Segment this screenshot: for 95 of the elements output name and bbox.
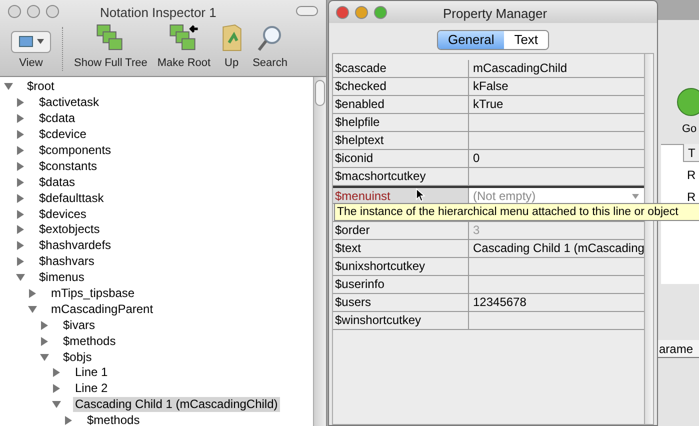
dropdown-arrow-icon [632,194,640,199]
tree-item[interactable]: $components [37,143,114,158]
dropdown-field[interactable]: (Not empty) [469,188,644,203]
window-control-icon[interactable] [27,4,40,18]
table-cell-text: R [687,167,696,184]
property-name[interactable]: $macshortcutkey [333,168,469,185]
toolbar-button[interactable]: Show Full Tree [69,23,152,71]
collapsed-triangle-icon[interactable] [16,98,25,108]
property-value[interactable]: mCascadingChild [469,60,644,77]
tree-item[interactable]: mCascadingParent [49,302,156,317]
tab[interactable]: Text [504,31,548,49]
scrollbar[interactable] [313,77,326,426]
collapsed-triangle-icon[interactable] [16,178,25,187]
window-title: Notation Inspector 1 [100,4,216,22]
tree-item[interactable]: $methods [85,413,142,426]
tree-item[interactable]: $datas [37,174,78,190]
tree-item[interactable]: mTips_tipsbase [49,286,137,302]
collapsed-triangle-icon[interactable] [28,289,37,298]
property-name[interactable]: $order [333,222,469,239]
tree-item[interactable]: $cdata [37,111,78,126]
property-name[interactable]: $menuinst [333,188,469,203]
property-name[interactable]: $helpfile [333,114,469,131]
collapsed-triangle-icon[interactable] [16,146,25,155]
tab-label[interactable]: arame [657,340,699,358]
view-menu-icon [11,30,51,52]
tree-item[interactable]: $objs [61,350,94,365]
collapsed-triangle-icon[interactable] [52,368,61,378]
window-control-icon[interactable] [8,4,21,18]
toolbar-button[interactable]: View [6,23,56,71]
property-value[interactable]: 12345678 [469,294,644,311]
tree-item[interactable]: $hashvars [37,254,96,270]
toolbar-button[interactable]: Search [248,23,292,71]
search-icon [257,24,283,52]
collapsed-triangle-icon[interactable] [16,114,25,124]
property-value[interactable]: kTrue [469,96,644,113]
tree-item[interactable]: $hashvardefs [37,238,114,254]
column-header: T [683,144,699,162]
property-name[interactable]: $users [333,294,469,311]
tree-item[interactable]: $constants [37,158,100,174]
window-control-icon[interactable] [46,4,59,18]
tree-item[interactable]: $extobjects [37,222,102,238]
tooltip: The instance of the hierarchical menu attached to this line or object [334,203,699,221]
folder-icon [220,23,243,52]
tree-item[interactable]: $root [25,79,56,94]
collapsed-triangle-icon[interactable] [40,320,49,330]
tree-item[interactable]: $devices [37,206,88,222]
expanded-triangle-icon[interactable] [52,400,61,410]
expanded-triangle-icon[interactable] [16,273,25,282]
property-name[interactable]: $enabled [333,96,469,113]
collapsed-triangle-icon[interactable] [16,257,25,266]
tab[interactable]: General [438,31,504,49]
collapsed-triangle-icon[interactable] [16,225,25,234]
toolbar-toggle-icon[interactable] [296,6,318,16]
tree-item[interactable]: $cdevice [37,127,88,142]
tree-item[interactable]: $ivars [61,318,98,333]
expanded-triangle-icon[interactable] [4,82,13,92]
table-cell-text: R [687,189,696,206]
tree-item[interactable]: Line 2 [73,381,110,396]
property-name[interactable]: $winshortcutkey [333,312,469,329]
tree-item[interactable]: Cascading Child 1 (mCascadingChild) [73,397,280,412]
property-name[interactable]: $helptext [333,132,469,149]
tree-item[interactable]: $activetask [37,95,102,110]
mouse-pointer-icon [415,188,425,202]
property-value[interactable]: 0 [469,150,644,167]
window-control-icon[interactable] [336,6,349,18]
tree-item[interactable]: $imenus [37,270,86,286]
property-value[interactable]: Cascading Child 1 (mCascading [469,240,644,257]
tree-item[interactable]: $methods [61,334,118,349]
property-name[interactable]: $text [333,240,469,257]
property-value[interactable]: kFalse [469,78,644,95]
play-button-icon[interactable] [677,88,699,116]
property-name[interactable]: $unixshortcutkey [333,258,469,275]
property-name[interactable]: $cascade [333,60,469,77]
tree-item[interactable]: Line 1 [73,365,110,380]
property-name[interactable]: $userinfo [333,276,469,293]
window-control-icon[interactable] [374,6,387,18]
toolbar-label: Go [682,122,697,137]
toolbar-button[interactable]: Make Root [152,23,216,71]
window-title: Property Manager [443,5,548,23]
collapsed-triangle-icon[interactable] [16,210,25,219]
toolbar-button[interactable]: Up [216,23,248,71]
collapsed-triangle-icon[interactable] [16,241,25,250]
property-name[interactable]: $iconid [333,150,469,167]
collapsed-triangle-icon[interactable] [40,336,49,346]
collapsed-triangle-icon[interactable] [16,162,25,171]
expanded-triangle-icon[interactable] [40,352,49,362]
collapsed-triangle-icon[interactable] [52,384,61,394]
tree-item[interactable]: $defaulttask [37,190,106,206]
stacked-squares-icon [168,23,200,52]
collapsed-triangle-icon[interactable] [16,194,25,203]
window-control-icon[interactable] [355,6,368,18]
collapsed-triangle-icon[interactable] [16,130,25,140]
property-name[interactable]: $checked [333,78,469,95]
collapsed-triangle-icon[interactable] [64,416,73,426]
expanded-triangle-icon[interactable] [28,304,37,314]
